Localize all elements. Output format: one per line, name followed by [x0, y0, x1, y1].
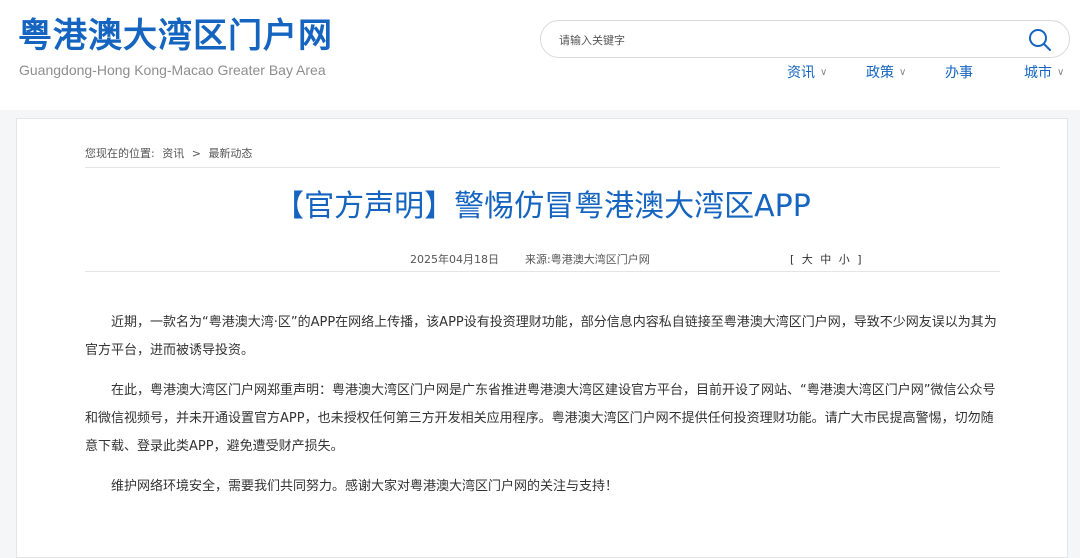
font-size-medium-button[interactable]: 中: [820, 253, 833, 266]
breadcrumb-prefix: 您现在的位置:: [85, 147, 155, 160]
article-paragraph: 维护网络环境安全，需要我们共同努力。感谢大家对粤港澳大湾区门户网的关注与支持！: [111, 479, 619, 494]
font-size-bracket-close: ]: [857, 253, 864, 266]
article-card: 您现在的位置: 资讯 > 最新动态 【官方声明】警惕仿冒粤港澳大湾区APP 20…: [16, 118, 1068, 558]
nav-item-label: 办事: [945, 65, 973, 81]
font-size-switcher: [ 大 中 小 ]: [790, 251, 864, 267]
breadcrumb-item-latest[interactable]: 最新动态: [208, 147, 252, 160]
article-meta: 2025年04月18日 来源:粤港澳大湾区门户网 [ 大 中 小 ]: [85, 249, 1000, 272]
font-size-bracket-open: [: [790, 253, 797, 266]
nav-item-label: 资讯: [787, 65, 815, 81]
article-body: 近期，一款名为“粤港澳大湾·区”的APP在网络上传播，该APP设有投资理财功能，…: [85, 309, 1000, 513]
breadcrumb-separator: >: [191, 147, 201, 160]
article-paragraph: 在此，粤港澳大湾区门户网郑重声明：粤港澳大湾区门户网是广东省推进粤港澳大湾区建设…: [85, 383, 996, 454]
nav-item-label: 政策: [866, 65, 894, 81]
font-size-small-button[interactable]: 小: [839, 253, 852, 266]
nav-item-news[interactable]: 资讯 ∨: [787, 62, 827, 82]
site-logo-title[interactable]: 粤港澳大湾区门户网: [18, 16, 333, 56]
article-date: 2025年04月18日: [410, 253, 499, 266]
search-box: [540, 20, 1070, 58]
search-input[interactable]: [559, 30, 999, 50]
nav-item-services[interactable]: 办事: [945, 62, 973, 82]
chevron-down-icon: ∨: [1057, 66, 1065, 78]
search-icon[interactable]: [1027, 27, 1053, 53]
breadcrumb-item-news[interactable]: 资讯: [162, 147, 184, 160]
nav-item-label: 城市: [1024, 65, 1052, 81]
breadcrumb: 您现在的位置: 资讯 > 最新动态: [85, 145, 1000, 168]
nav-item-policy[interactable]: 政策 ∨: [866, 62, 906, 82]
article-title: 【官方声明】警惕仿冒粤港澳大湾区APP: [274, 189, 811, 224]
chevron-down-icon: ∨: [820, 66, 828, 78]
chevron-down-icon: ∨: [899, 66, 907, 78]
site-logo-subtitle: Guangdong-Hong Kong-Macao Greater Bay Ar…: [19, 62, 326, 78]
article-paragraph: 近期，一款名为“粤港澳大湾·区”的APP在网络上传播，该APP设有投资理财功能，…: [85, 315, 997, 358]
nav-item-cities[interactable]: 城市 ∨: [1024, 62, 1064, 82]
font-size-large-button[interactable]: 大: [802, 253, 815, 266]
article-source: 来源:粤港澳大湾区门户网: [525, 253, 650, 266]
site-header: 粤港澳大湾区门户网 Guangdong-Hong Kong-Macao Grea…: [0, 0, 1080, 110]
